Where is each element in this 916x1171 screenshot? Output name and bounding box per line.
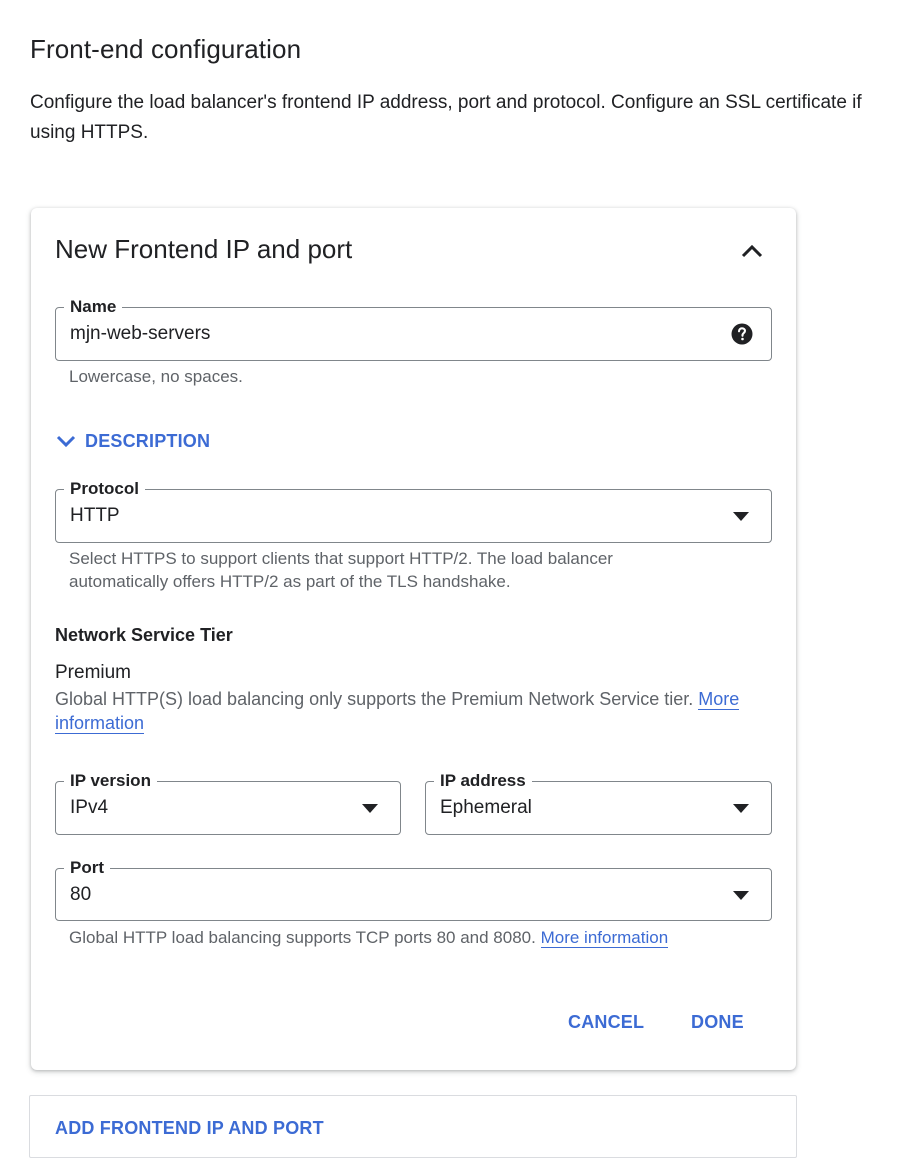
chevron-down-icon bbox=[56, 435, 76, 448]
port-select[interactable]: Port 80 bbox=[55, 858, 772, 921]
protocol-select-value: HTTP bbox=[70, 505, 120, 526]
protocol-select-label: Protocol bbox=[64, 479, 145, 499]
frontend-card: New Frontend IP and port Name mjn-web-se… bbox=[31, 208, 796, 1070]
name-field-label: Name bbox=[64, 297, 123, 317]
port-select-value: 80 bbox=[70, 884, 92, 905]
cancel-button[interactable]: CANCEL bbox=[568, 1012, 644, 1033]
network-tier-description: Global HTTP(S) load balancing only suppo… bbox=[55, 687, 755, 735]
ip-address-select[interactable]: IP address Ephemeral bbox=[425, 771, 772, 835]
name-field[interactable]: Name mjn-web-servers bbox=[55, 297, 772, 361]
arrow-drop-down-icon bbox=[362, 804, 378, 813]
port-more-info-link[interactable]: More information bbox=[540, 928, 669, 948]
port-hint: Global HTTP load balancing supports TCP … bbox=[69, 926, 669, 949]
name-field-value: mjn-web-servers bbox=[70, 323, 211, 344]
add-frontend-button[interactable]: ADD FRONTEND IP AND PORT bbox=[55, 1118, 324, 1139]
ip-address-select-label: IP address bbox=[434, 771, 532, 791]
description-toggle[interactable]: DESCRIPTION bbox=[55, 430, 210, 452]
page-description: Configure the load balancer's frontend I… bbox=[30, 92, 862, 143]
port-hint-text: Global HTTP load balancing supports TCP … bbox=[69, 928, 536, 947]
network-tier-value: Premium bbox=[55, 662, 132, 683]
page-title: Front-end configuration bbox=[30, 34, 302, 64]
protocol-select[interactable]: Protocol HTTP bbox=[55, 479, 772, 543]
help-circle-icon[interactable] bbox=[731, 323, 753, 345]
add-frontend-container: ADD FRONTEND IP AND PORT bbox=[29, 1095, 797, 1158]
network-tier-description-text: Global HTTP(S) load balancing only suppo… bbox=[55, 689, 694, 709]
network-tier-heading: Network Service Tier bbox=[55, 625, 233, 645]
port-select-label: Port bbox=[64, 858, 110, 878]
done-button[interactable]: DONE bbox=[691, 1012, 744, 1033]
description-toggle-label: DESCRIPTION bbox=[85, 430, 211, 451]
name-field-hint: Lowercase, no spaces. bbox=[69, 367, 243, 386]
chevron-up-icon bbox=[741, 244, 763, 258]
arrow-drop-down-icon bbox=[733, 804, 749, 813]
arrow-drop-down-icon bbox=[733, 891, 749, 900]
protocol-hint: Select HTTPS to support clients that sup… bbox=[69, 549, 613, 591]
card-title: New Frontend IP and port bbox=[55, 234, 353, 264]
ip-address-select-value: Ephemeral bbox=[440, 797, 532, 818]
ip-version-select[interactable]: IP version IPv4 bbox=[55, 771, 401, 835]
ip-version-select-value: IPv4 bbox=[70, 797, 109, 818]
ip-version-select-label: IP version bbox=[64, 771, 157, 791]
arrow-drop-down-icon bbox=[733, 512, 749, 521]
collapse-button[interactable] bbox=[737, 236, 767, 266]
